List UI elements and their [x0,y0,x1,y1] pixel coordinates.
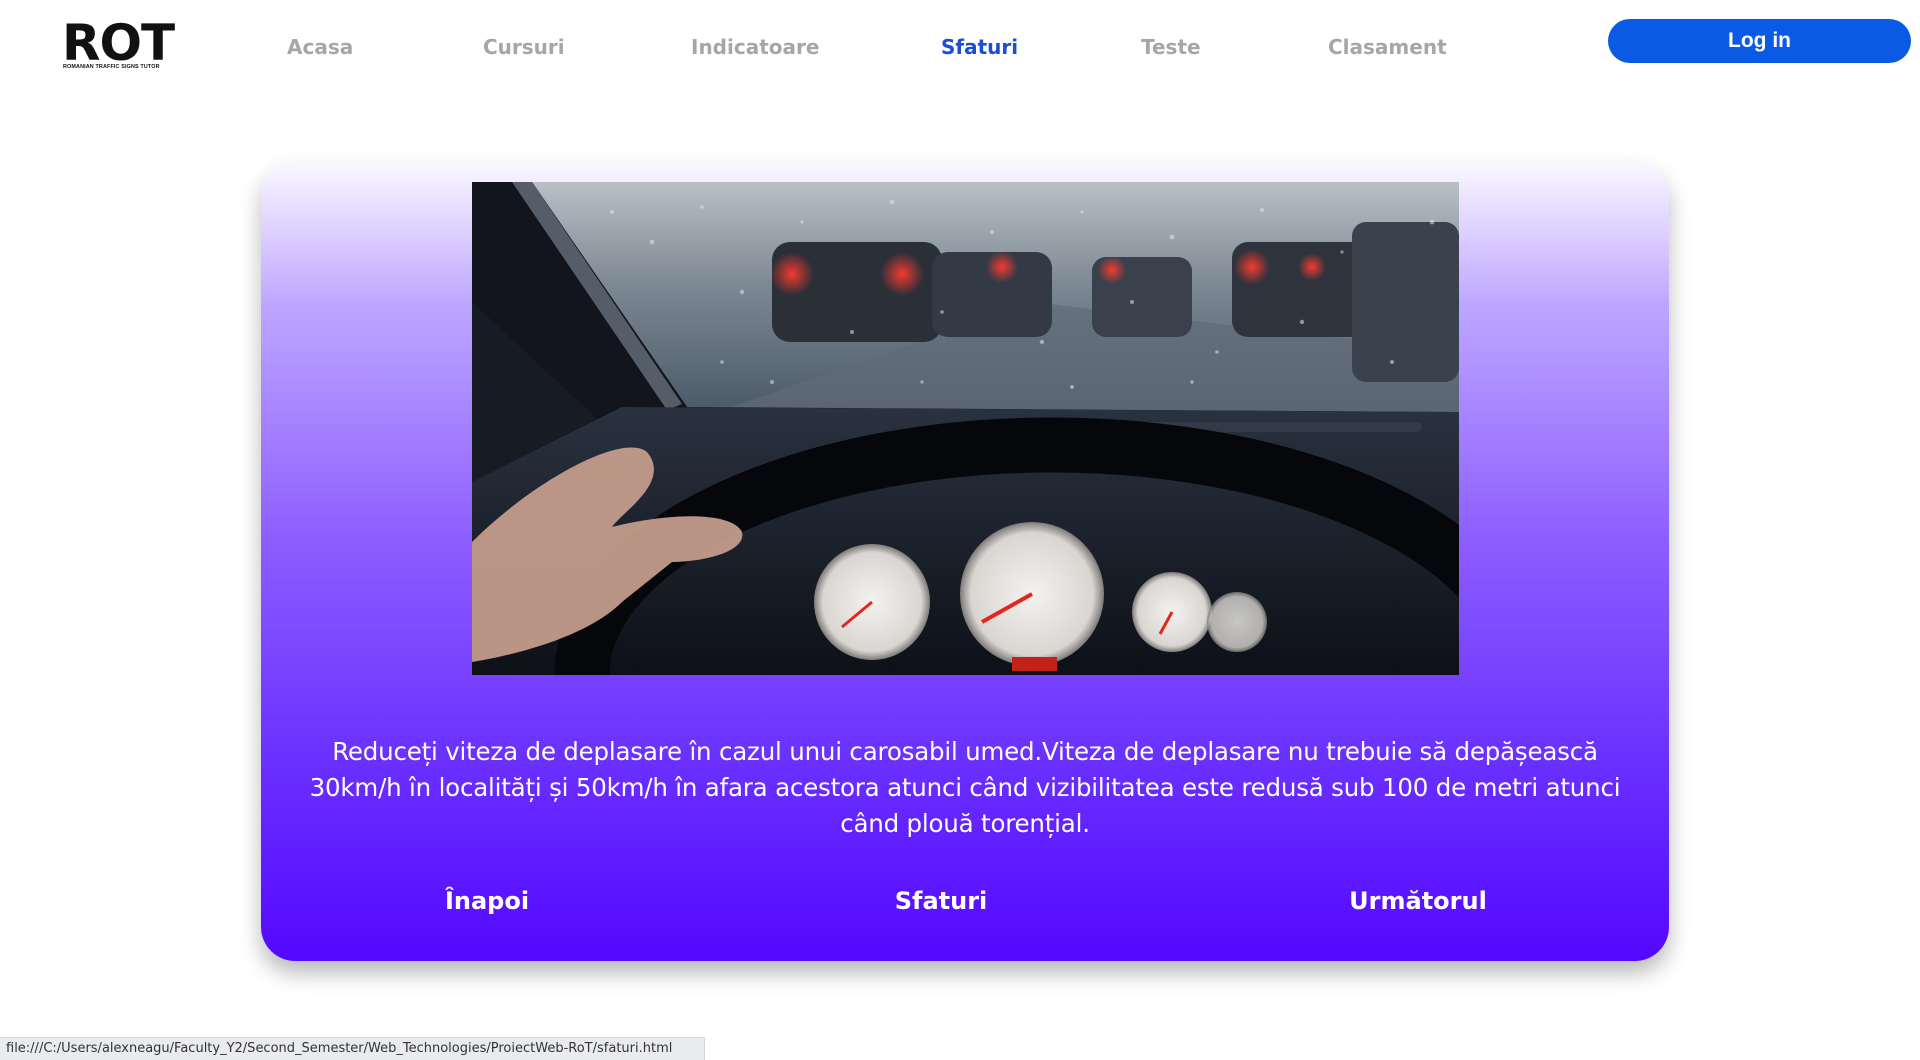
site-logo[interactable]: ROT ROMANIAN TRAFFIC SIGNS TUTOR [62,18,204,74]
status-bar-url: file:///C:/Users/alexneagu/Faculty_Y2/Se… [0,1037,705,1060]
logo-subtitle: ROMANIAN TRAFFIC SIGNS TUTOR [63,64,160,70]
nav-link-sfaturi[interactable]: Sfaturi [941,34,1018,60]
login-button[interactable]: Log in [1608,19,1911,63]
next-tip-link[interactable]: Următorul [1349,885,1487,917]
nav-link-teste[interactable]: Teste [1141,34,1201,60]
logo-title: ROT [62,14,175,72]
rainy-driving-image [472,182,1459,675]
tips-link[interactable]: Sfaturi [895,885,988,917]
nav-link-clasament[interactable]: Clasament [1328,34,1447,60]
nav-link-indicatoare[interactable]: Indicatoare [691,34,819,60]
tip-description: Reduceți viteza de deplasare în cazul un… [309,737,1621,838]
previous-tip-link[interactable]: Înapoi [445,885,529,917]
tip-card: Reduceți viteza de deplasare în cazul un… [261,161,1669,961]
nav-link-cursuri[interactable]: Cursuri [483,34,565,60]
nav-link-acasa[interactable]: Acasa [287,34,353,60]
page: ROT ROMANIAN TRAFFIC SIGNS TUTOR Acasa C… [0,0,1920,1060]
rainy-windshield-illustration [472,182,1459,675]
